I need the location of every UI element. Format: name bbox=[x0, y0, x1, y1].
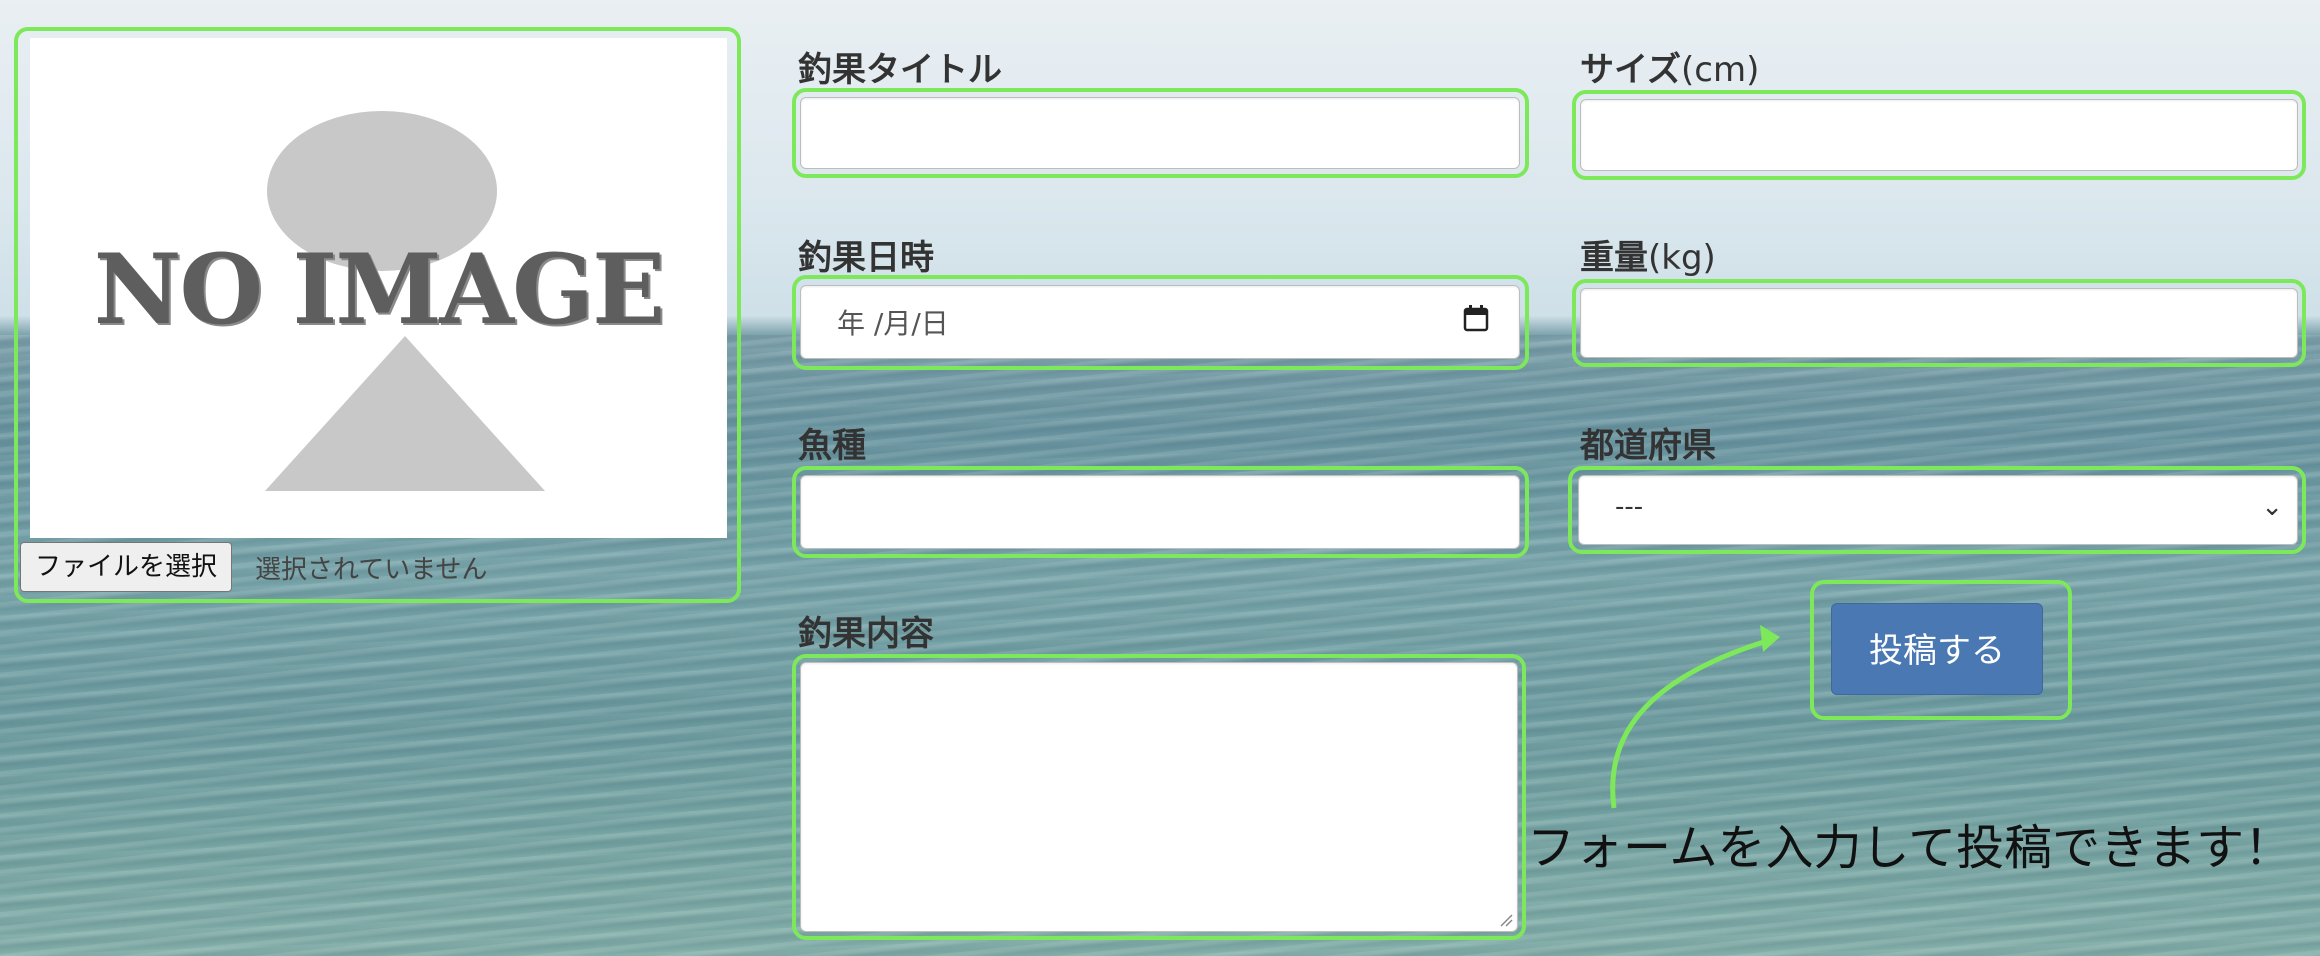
date-label: 釣果日時 bbox=[798, 238, 934, 278]
submit-button[interactable]: 投稿する bbox=[1831, 603, 2043, 695]
annotation-note: フォームを入力して投稿できます！ bbox=[1527, 820, 2293, 876]
content-label: 釣果内容 bbox=[798, 614, 934, 654]
content-textarea[interactable] bbox=[800, 662, 1518, 932]
choose-file-button[interactable]: ファイルを選択 bbox=[20, 542, 233, 592]
title-label: 釣果タイトル bbox=[798, 50, 1002, 90]
chevron-down-icon: ⌄ bbox=[2261, 492, 2283, 522]
calendar-icon[interactable] bbox=[1463, 304, 1489, 332]
weight-label: 重量(kg) bbox=[1580, 238, 1716, 278]
size-label: サイズ(cm) bbox=[1580, 50, 1760, 90]
prefecture-label: 都道府県 bbox=[1580, 426, 1716, 466]
species-input[interactable] bbox=[800, 475, 1520, 549]
resize-handle-icon[interactable] bbox=[1499, 913, 1513, 927]
placeholder-body-shape bbox=[265, 336, 545, 491]
date-input[interactable]: 年 /月/日 bbox=[800, 285, 1520, 359]
title-input[interactable] bbox=[800, 97, 1520, 169]
image-preview: NO IMAGE bbox=[30, 38, 727, 538]
date-placeholder: 年 /月/日 bbox=[837, 307, 949, 340]
weight-input[interactable] bbox=[1580, 288, 2298, 358]
size-input[interactable] bbox=[1580, 99, 2298, 171]
prefecture-selected-value: --- bbox=[1615, 492, 1644, 522]
species-label: 魚種 bbox=[798, 426, 866, 466]
prefecture-select[interactable]: --- ⌄ bbox=[1578, 475, 2298, 545]
annotation-arrow-icon bbox=[1610, 625, 1780, 809]
file-status-text: 選択されていません bbox=[255, 555, 488, 585]
no-image-text: NO IMAGE bbox=[93, 233, 666, 346]
